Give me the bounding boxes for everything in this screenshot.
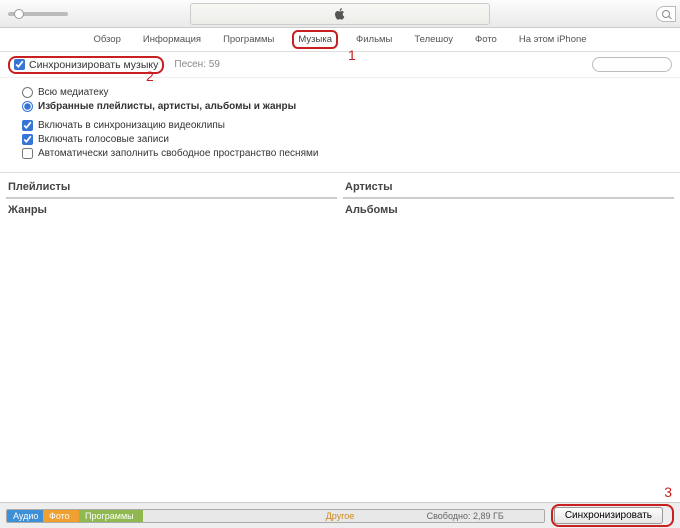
capacity-free-label: Свободно: 2,89 ГБ <box>427 511 504 521</box>
radio-selected-items-label: Избранные плейлисты, артисты, альбомы и … <box>38 101 296 112</box>
capacity-free: Другое Свободно: 2,89 ГБ <box>143 510 544 522</box>
capacity-bar: Аудио Фото Программы Другое Свободно: 2,… <box>6 509 545 523</box>
sync-button[interactable]: Синхронизировать <box>554 507 663 524</box>
volume-slider[interactable] <box>8 12 68 16</box>
radio-selected-items[interactable]: Избранные плейлисты, артисты, альбомы и … <box>22 101 658 112</box>
include-video-checkbox[interactable]: Включать в синхронизацию видеоклипы <box>22 120 658 131</box>
sync-header: Синхронизировать музыку Песен: 59 <box>0 52 680 78</box>
lcd-display <box>190 3 490 25</box>
footer: Аудио Фото Программы Другое Свободно: 2,… <box>0 502 680 528</box>
annotation-1: 1 <box>348 47 356 63</box>
volume-thumb[interactable] <box>14 9 24 19</box>
capacity-apps: Программы <box>79 510 143 522</box>
artists-listbox: Ace Hood Ft Rick Ross & FutureAdeleAlexi… <box>343 197 674 199</box>
tab-overview[interactable]: Обзор <box>89 32 124 47</box>
radio-selected-items-input[interactable] <box>22 101 33 112</box>
include-voice-checkbox[interactable]: Включать голосовые записи <box>22 134 658 145</box>
tab-apps[interactable]: Программы <box>219 32 278 47</box>
autofill-checkbox[interactable]: Автоматически заполнить свободное простр… <box>22 148 658 159</box>
playlists-column: Плейлисты 25 самых популярныхВидеоклипыК… <box>6 177 337 199</box>
tab-onthisiphone[interactable]: На этом iPhone <box>515 32 591 47</box>
bottom-headings: Жанры Альбомы <box>0 199 680 221</box>
playlists-listbox: 25 самых популярныхВидеоклипыКлассическа… <box>6 197 337 199</box>
search-toggle[interactable] <box>656 6 676 22</box>
tab-music[interactable]: Музыка <box>292 30 338 49</box>
playlist-search-input[interactable] <box>592 57 672 72</box>
tab-tv[interactable]: Телешоу <box>410 32 457 47</box>
playlists-heading: Плейлисты <box>6 177 337 197</box>
artists-heading: Артисты <box>343 177 674 197</box>
radio-entire-library-input[interactable] <box>22 87 33 98</box>
window-toolbar <box>0 0 680 28</box>
annotation-2: 2 <box>146 68 154 84</box>
sync-button-highlight: Синхронизировать <box>551 504 674 527</box>
autofill-label: Автоматически заполнить свободное простр… <box>38 148 318 159</box>
nav-tabs: Обзор Информация Программы Музыка Фильмы… <box>0 28 680 52</box>
annotation-3: 3 <box>664 484 672 500</box>
capacity-photo: Фото <box>43 510 79 522</box>
sync-music-checkbox[interactable] <box>14 59 25 70</box>
columns: Плейлисты 25 самых популярныхВидеоклипыК… <box>0 173 680 199</box>
tab-info[interactable]: Информация <box>139 32 205 47</box>
autofill-input[interactable] <box>22 148 33 159</box>
artists-column: Артисты Ace Hood Ft Rick Ross & FutureAd… <box>343 177 674 199</box>
radio-entire-library-label: Всю медиатеку <box>38 87 108 98</box>
include-voice-input[interactable] <box>22 134 33 145</box>
sync-music-label: Синхронизировать музыку <box>29 59 158 71</box>
include-video-label: Включать в синхронизацию видеоклипы <box>38 120 225 131</box>
search-icon <box>662 10 670 18</box>
capacity-audio: Аудио <box>7 510 43 522</box>
apple-logo-icon <box>334 8 346 20</box>
sync-options: Всю медиатеку Избранные плейлисты, артис… <box>0 78 680 172</box>
tab-photos[interactable]: Фото <box>471 32 501 47</box>
sync-music-checkbox-wrap[interactable]: Синхронизировать музыку <box>8 56 164 74</box>
radio-entire-library[interactable]: Всю медиатеку <box>22 87 658 98</box>
playlist-search-wrap <box>592 57 672 72</box>
albums-heading: Альбомы <box>343 201 674 219</box>
genres-heading: Жанры <box>6 201 337 219</box>
include-voice-label: Включать голосовые записи <box>38 134 169 145</box>
tab-movies[interactable]: Фильмы <box>352 32 396 47</box>
song-count: Песен: 59 <box>174 59 220 70</box>
capacity-other-label: Другое <box>326 511 355 521</box>
include-video-input[interactable] <box>22 120 33 131</box>
